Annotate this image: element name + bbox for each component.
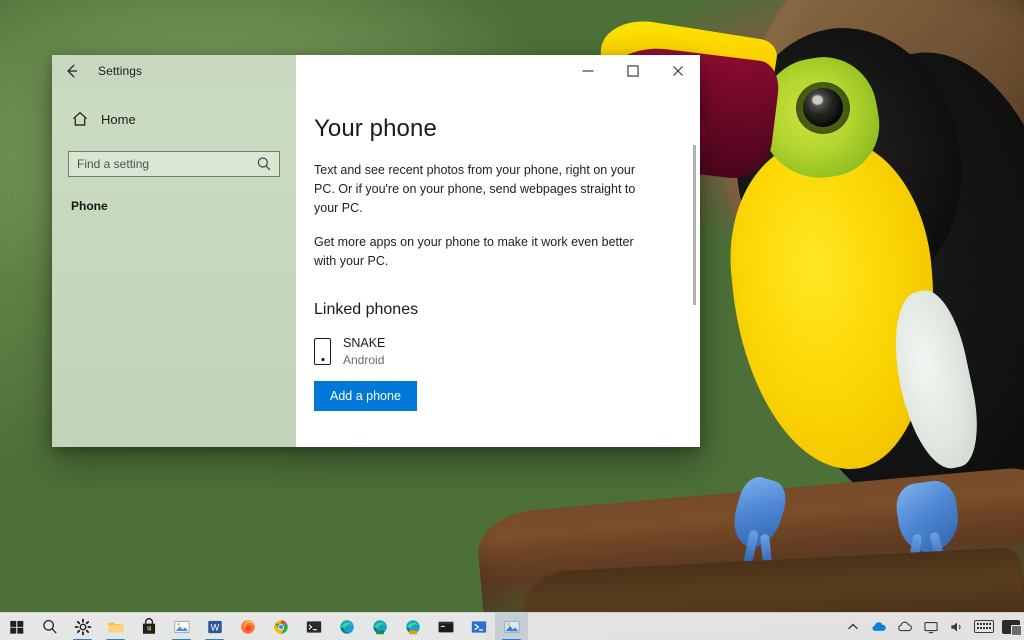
file-explorer-button[interactable] (99, 613, 132, 640)
minimize-button[interactable] (565, 55, 610, 87)
console-icon (437, 618, 455, 636)
edge-beta-icon (404, 618, 422, 636)
taskbar: W (0, 612, 1024, 640)
linked-device-row[interactable]: SNAKE Android (314, 335, 700, 368)
photos-app-button[interactable] (495, 612, 528, 640)
action-center-button[interactable] (998, 613, 1024, 640)
title-bar: Settings (52, 55, 700, 87)
maximize-button[interactable] (610, 55, 655, 87)
store-bag-icon (140, 617, 158, 636)
system-tray (840, 613, 1024, 640)
close-button[interactable] (655, 55, 700, 87)
onedrive-tray-icon-button[interactable] (866, 613, 892, 640)
console-button[interactable] (429, 613, 462, 640)
microsoft-store-button[interactable] (132, 613, 165, 640)
onedrive-personal-tray-icon-button[interactable] (892, 613, 918, 640)
picture-icon (503, 618, 521, 636)
chevron-up-icon (844, 618, 862, 636)
cloud-outline-icon (896, 618, 914, 636)
search-button[interactable] (33, 613, 66, 640)
device-os: Android (343, 352, 385, 367)
touch-keyboard-button[interactable] (970, 613, 998, 640)
edge-button[interactable] (330, 613, 363, 640)
show-hidden-icons-button[interactable] (840, 613, 866, 640)
title-bar-left: Settings (52, 55, 296, 87)
edge-beta-button[interactable] (396, 613, 429, 640)
command-prompt-button[interactable] (297, 613, 330, 640)
powershell-button[interactable] (462, 613, 495, 640)
taskbar-icons: W (0, 612, 528, 640)
window-body: Home Phone Your phone Text and see recen… (52, 87, 700, 447)
search-icon (41, 618, 59, 636)
device-name: SNAKE (343, 335, 386, 350)
edge-dev-icon (371, 618, 389, 636)
start-button[interactable] (0, 613, 33, 640)
window-title: Settings (98, 64, 143, 78)
volume-tray-icon-button[interactable] (944, 613, 970, 640)
edge-dev-button[interactable] (363, 613, 396, 640)
wallpaper-toucan-eye (803, 88, 843, 127)
back-button[interactable] (52, 55, 92, 87)
powershell-icon (470, 618, 488, 636)
firefox-button[interactable] (231, 613, 264, 640)
description-paragraph-2: Get more apps on your phone to make it w… (314, 235, 634, 268)
chrome-icon (272, 618, 290, 636)
settings-window: Settings Home Find a setting Phone Your … (52, 55, 700, 447)
word-icon: W (206, 618, 224, 636)
sidebar-home-label: Home (101, 111, 136, 127)
action-center-icon (1002, 619, 1022, 636)
settings-sidebar: Home Phone (52, 87, 296, 447)
speaker-icon (948, 618, 966, 636)
settings-taskbar-button[interactable] (66, 613, 99, 640)
home-icon (71, 110, 89, 128)
sidebar-section-phone: Phone (71, 199, 108, 213)
photos-button[interactable] (165, 613, 198, 640)
page-title: Your phone (314, 115, 437, 142)
windows-logo-icon (8, 618, 26, 636)
sidebar-item-home[interactable]: Home (68, 101, 280, 137)
svg-text:W: W (210, 622, 219, 632)
cloud-blue-icon (870, 618, 888, 636)
search-icon (255, 155, 273, 173)
network-tray-icon-button[interactable] (918, 613, 944, 640)
firefox-icon (239, 618, 257, 636)
terminal-icon (305, 618, 323, 636)
linked-device-text: SNAKE Android (343, 335, 385, 368)
add-a-phone-button[interactable]: Add a phone (314, 380, 417, 411)
folder-icon (107, 618, 125, 636)
settings-content: Your phone Text and see recent photos fr… (296, 87, 700, 447)
window-controls (296, 55, 700, 87)
keyboard-icon (974, 620, 994, 633)
search-setting-box[interactable] (68, 151, 280, 177)
edge-icon (338, 618, 356, 636)
phone-icon (314, 337, 331, 365)
description-paragraph-1: Text and see recent photos from your pho… (314, 163, 636, 215)
word-button[interactable]: W (198, 613, 231, 640)
gear-icon (74, 618, 92, 636)
monitor-icon (922, 618, 940, 636)
search-input[interactable] (77, 157, 255, 171)
linked-phones-heading: Linked phones (314, 300, 419, 318)
content-scrollbar[interactable] (693, 145, 696, 305)
chrome-button[interactable] (264, 613, 297, 640)
photos-icon (173, 618, 191, 636)
